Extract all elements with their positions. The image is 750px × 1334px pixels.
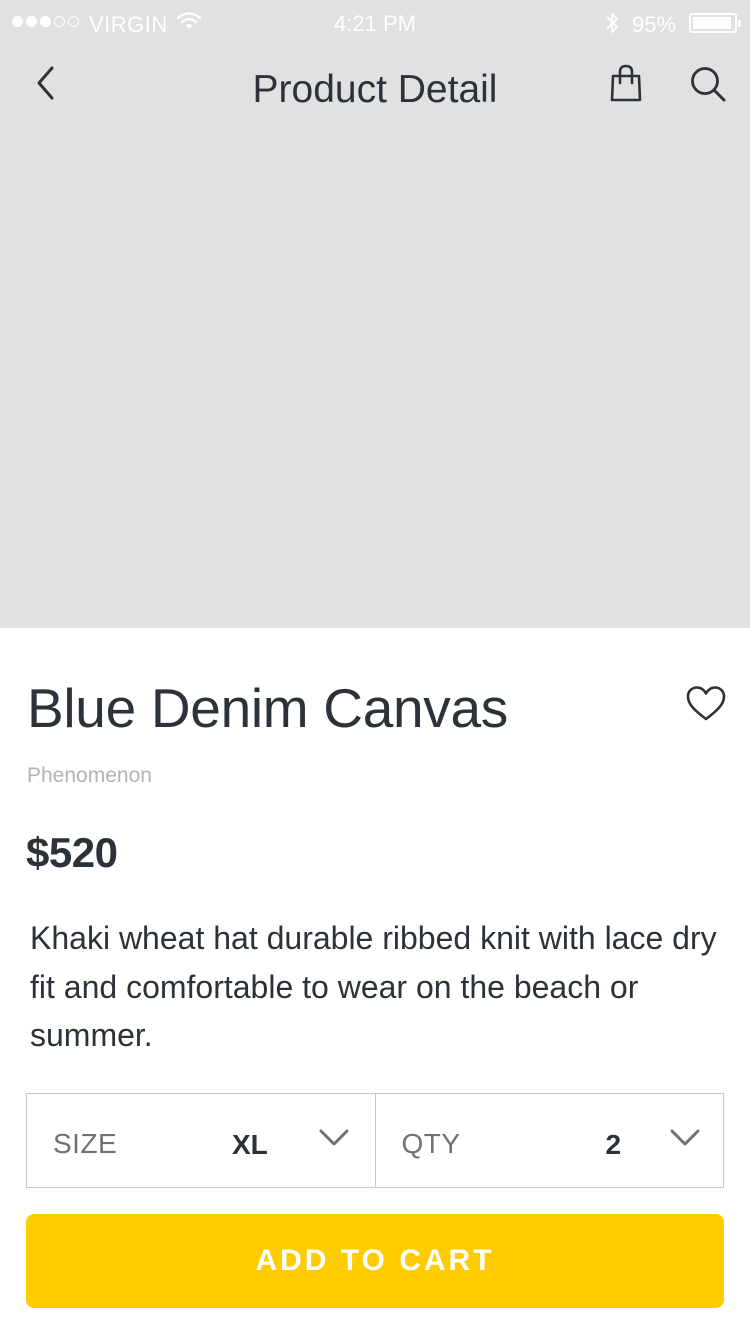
- shopping-bag-icon: [610, 64, 642, 102]
- back-button[interactable]: [26, 62, 66, 106]
- qty-label: QTY: [401, 1128, 461, 1159]
- bluetooth-icon: [603, 10, 621, 42]
- heart-icon: [686, 686, 726, 721]
- size-value: XL: [232, 1129, 268, 1160]
- size-label: SIZE: [53, 1128, 118, 1159]
- navigation-bar: Product Detail: [0, 48, 750, 128]
- product-price: $520: [26, 829, 118, 876]
- brand-name: Phenomenon: [27, 764, 152, 787]
- quantity-selector[interactable]: QTY 2: [374, 1094, 724, 1187]
- product-description: Khaki wheat hat durable ribbed knit with…: [30, 920, 717, 1053]
- battery-icon: [689, 13, 741, 33]
- size-selector[interactable]: SIZE XL: [27, 1094, 375, 1187]
- favorite-button[interactable]: [684, 684, 728, 724]
- battery-percentage: 95%: [632, 12, 677, 37]
- status-bar: VIRGIN 4:21 PM 95%: [0, 0, 750, 48]
- chevron-down-icon: [319, 1129, 349, 1146]
- search-button[interactable]: [686, 62, 730, 106]
- product-name: Blue Denim Canvas: [27, 677, 508, 739]
- qty-value: 2: [605, 1129, 622, 1160]
- chevron-down-icon: [670, 1129, 699, 1146]
- search-icon: [691, 67, 726, 102]
- options-selector: SIZE XL QTY 2: [26, 1093, 724, 1188]
- cart-button[interactable]: [606, 62, 646, 106]
- product-image: [0, 128, 750, 628]
- chevron-left-icon: [37, 66, 54, 100]
- add-to-cart-button[interactable]: ADD TO CART: [26, 1214, 724, 1308]
- hero-area: VIRGIN 4:21 PM 95% Product Detail: [0, 0, 750, 628]
